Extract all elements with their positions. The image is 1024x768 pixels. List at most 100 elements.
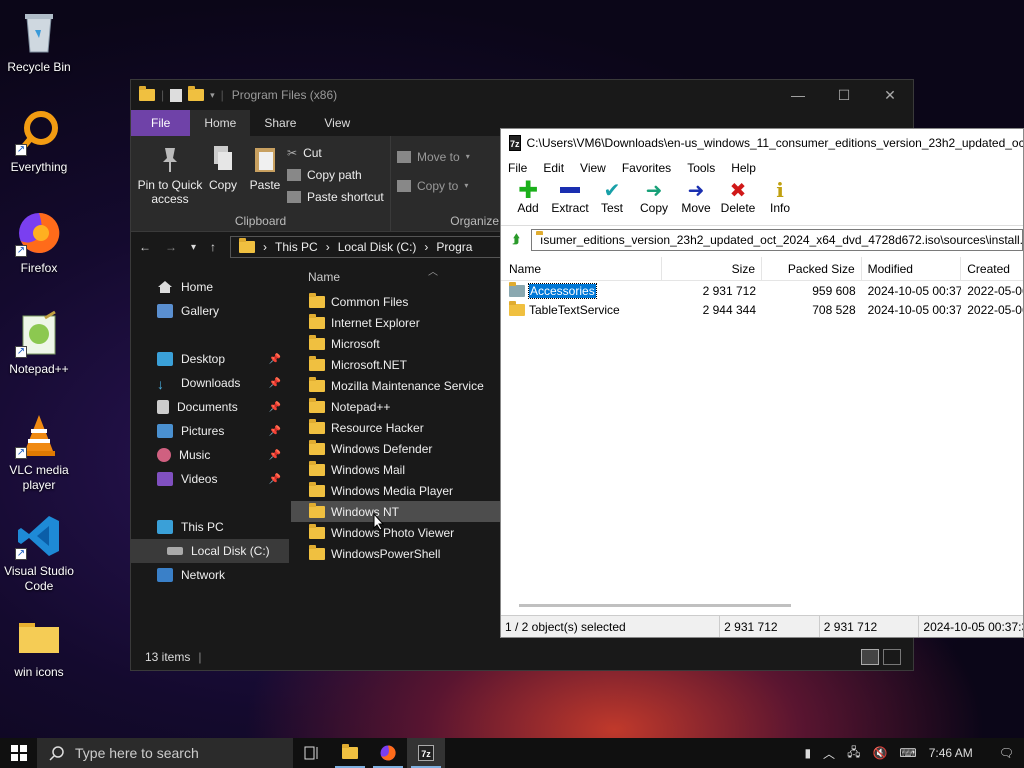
nav-this-pc[interactable]: This PC (131, 515, 289, 539)
column-name[interactable]: Name (501, 257, 663, 280)
start-button[interactable] (0, 738, 37, 768)
paste-shortcut-button[interactable]: Paste shortcut (287, 188, 384, 205)
explorer-title-bar[interactable]: | ▾ | Program Files (x86) — ☐ ✕ (131, 80, 913, 110)
file-name: Notepad++ (331, 399, 391, 414)
recent-locations-button[interactable]: ▾ (191, 242, 196, 253)
column-packed-size[interactable]: Packed Size (762, 257, 862, 280)
nav-videos[interactable]: Videos 📌 (131, 467, 289, 491)
organize-group: Move to ▾ Copy to ▾ Organize (391, 136, 501, 231)
desktop-icon-everything[interactable]: ↗ Everything (4, 108, 74, 175)
file-name: Windows Defender (331, 441, 433, 456)
horizontal-scrollbar[interactable] (519, 604, 791, 607)
nav-pictures[interactable]: Pictures 📌 (131, 419, 289, 443)
nav-gallery[interactable]: Gallery (131, 299, 289, 323)
7zip-title-bar[interactable]: 7z C:\Users\VM6\Downloads\en-us_windows_… (501, 129, 1023, 157)
nav-local-disk[interactable]: Local Disk (C:) (131, 539, 289, 563)
copy-path-button[interactable]: Copy path (287, 166, 384, 183)
large-icons-view-button[interactable] (883, 649, 901, 665)
desktop-icon-label: Firefox (20, 261, 58, 275)
table-row[interactable]: Accessories 2 931 712 959 608 2024-10-05… (501, 281, 1023, 300)
menu-tools[interactable]: Tools (687, 161, 715, 175)
volume-muted-icon[interactable]: 🔇 (872, 746, 887, 760)
info-icon: i (776, 178, 784, 202)
move-button[interactable]: ➜ Move (675, 179, 717, 216)
desktop-icon-win-icons[interactable]: win icons (4, 613, 74, 680)
desktop-icon-firefox[interactable]: ↗ Firefox (4, 209, 74, 276)
new-folder-icon[interactable] (188, 86, 205, 101)
music-icon (157, 448, 171, 462)
test-button[interactable]: ✔ Test (591, 179, 633, 216)
up-folder-button[interactable]: ⮭ (505, 229, 527, 251)
close-button[interactable]: ✕ (867, 87, 913, 104)
desktop-icon-vscode[interactable]: ↗ Visual Studio Code (4, 512, 74, 594)
menu-view[interactable]: View (580, 161, 606, 175)
desktop-icon-notepad-plus-plus[interactable]: ↗ Notepad++ (4, 310, 74, 377)
minimize-button[interactable]: — (775, 87, 821, 104)
search-placeholder: Type here to search (75, 745, 199, 761)
info-button[interactable]: i Info (759, 178, 801, 215)
table-row[interactable]: TableTextService 2 944 344 708 528 2024-… (501, 300, 1023, 319)
show-hidden-icons-chevron[interactable]: ︿ (823, 745, 835, 762)
copy-path-icon (287, 168, 301, 181)
add-button[interactable]: ✚ Add (507, 177, 549, 216)
customize-qat-icon[interactable]: ▾ (210, 90, 215, 101)
nav-network[interactable]: Network (131, 563, 289, 587)
nav-downloads[interactable]: ↓ Downloads 📌 (131, 371, 289, 395)
taskbar-search-box[interactable]: Type here to search (37, 738, 293, 768)
breadcrumb-this-pc[interactable]: This PC (275, 240, 318, 254)
column-created[interactable]: Created (961, 257, 1023, 280)
up-button[interactable]: ↑ (210, 240, 216, 254)
videos-icon (157, 472, 173, 486)
column-modified[interactable]: Modified (862, 257, 962, 280)
download-icon: ↓ (157, 376, 164, 392)
folder-icon (309, 523, 325, 539)
maximize-button[interactable]: ☐ (821, 87, 867, 104)
details-view-button[interactable] (861, 649, 879, 665)
delete-button[interactable]: ✖ Delete (717, 179, 759, 216)
taskbar-file-explorer[interactable] (331, 738, 369, 768)
menu-help[interactable]: Help (731, 161, 756, 175)
documents-icon (157, 400, 169, 414)
keyboard-icon[interactable]: ⌨ (899, 746, 916, 760)
taskbar-firefox[interactable] (369, 738, 407, 768)
extract-button[interactable]: Extract (549, 179, 591, 215)
clock[interactable]: 7:46 AM (929, 746, 973, 760)
copy-to-button[interactable]: Copy to ▾ (397, 177, 470, 194)
back-button[interactable]: ← (139, 240, 151, 254)
firefox-icon: ↗ (15, 209, 63, 257)
nav-music[interactable]: Music 📌 (131, 443, 289, 467)
mouse-cursor-icon (373, 513, 385, 531)
cut-button[interactable]: ✂ Cut (287, 144, 384, 161)
tray-app-icon[interactable]: ▮ (804, 746, 811, 760)
window-title: Program Files (x86) (231, 88, 338, 102)
tab-share[interactable]: Share (250, 110, 310, 136)
network-icon[interactable]: 🖧 (847, 743, 860, 764)
menu-file[interactable]: File (508, 161, 527, 175)
nav-documents[interactable]: Documents 📌 (131, 395, 289, 419)
folder-icon (309, 334, 325, 350)
copy-button[interactable]: ➜ Copy (633, 179, 675, 216)
breadcrumb-local-disk[interactable]: Local Disk (C:) (338, 240, 417, 254)
task-view-button[interactable] (293, 738, 331, 768)
nav-desktop[interactable]: Desktop 📌 (131, 347, 289, 371)
taskbar-7zip[interactable]: 7z (407, 738, 445, 768)
folder-icon (509, 281, 525, 297)
tab-home[interactable]: Home (190, 110, 251, 136)
7zip-window[interactable]: 7z C:\Users\VM6\Downloads\en-us_windows_… (500, 128, 1024, 638)
column-size[interactable]: Size (662, 257, 762, 280)
forward-button[interactable]: → (165, 240, 177, 254)
menu-favorites[interactable]: Favorites (622, 161, 671, 175)
breadcrumb-folder[interactable]: Progra (436, 240, 472, 254)
properties-icon[interactable] (170, 88, 183, 102)
7zip-path-field[interactable]: ısumer_editions_version_23h2_updated_oct… (531, 228, 1023, 251)
desktop-icon-recycle-bin[interactable]: Recycle Bin (4, 8, 74, 75)
desktop-icon-vlc[interactable]: ↗ VLC media player (4, 411, 74, 493)
tab-view[interactable]: View (310, 110, 364, 136)
file-name: Microsoft.NET (331, 357, 408, 372)
menu-edit[interactable]: Edit (543, 161, 564, 175)
tab-file[interactable]: File (131, 110, 191, 136)
file-name: Windows Photo Viewer (331, 525, 455, 540)
move-to-button[interactable]: Move to ▾ (397, 148, 470, 165)
nav-home[interactable]: Home (131, 275, 289, 299)
notifications-icon[interactable]: 🗨 (999, 746, 1014, 760)
